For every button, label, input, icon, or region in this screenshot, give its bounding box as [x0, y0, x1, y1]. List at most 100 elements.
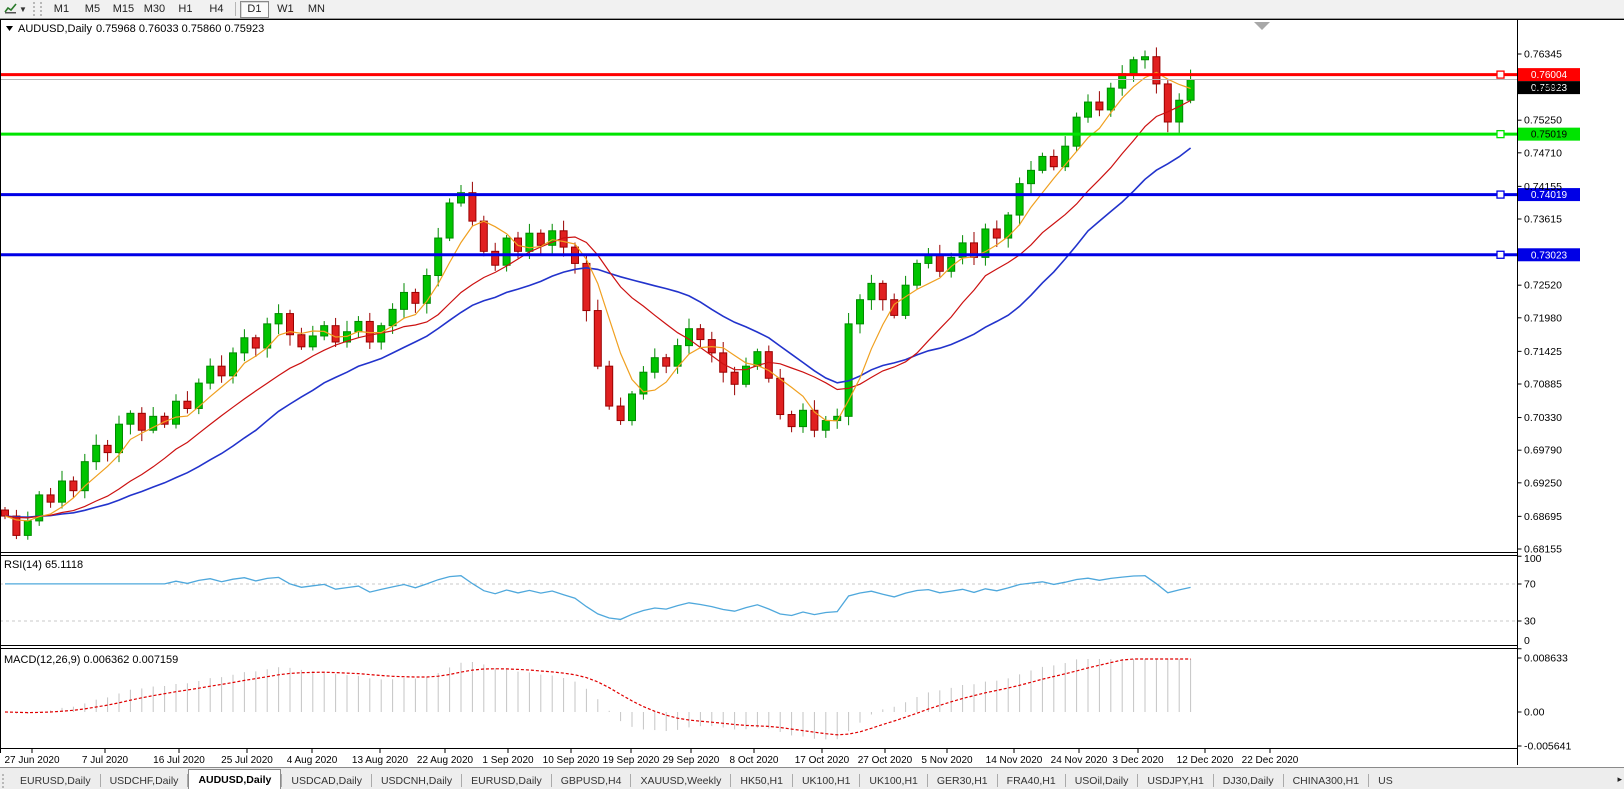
candle-body: [251, 337, 260, 349]
candle-body: [992, 228, 1001, 239]
candle-body: [1061, 145, 1070, 168]
timeframe-button-m1[interactable]: M1: [47, 1, 76, 18]
chart-tab-fra40-h1[interactable]: FRA40,H1: [998, 772, 1065, 789]
chart-tab-usdchf-daily[interactable]: USDCHF,Daily: [101, 772, 188, 789]
y-axis-label: 0.75805: [1524, 81, 1562, 93]
y-axis-label: 0.69250: [1524, 477, 1562, 489]
timeframe-button-m30[interactable]: M30: [140, 1, 169, 18]
timeframe-button-d1[interactable]: D1: [239, 0, 269, 18]
date-axis-label: 25 Jul 2020: [221, 755, 273, 766]
candle-body: [92, 444, 101, 463]
chart-tab-gbpusd-h4[interactable]: GBPUSD,H4: [552, 772, 631, 789]
y-axis-label: 0.76345: [1524, 49, 1562, 61]
candle-body: [240, 337, 249, 354]
date-axis-label: 27 Oct 2020: [858, 755, 913, 766]
candle-body: [1175, 99, 1184, 123]
chart-tab-usoil-daily[interactable]: USOil,Daily: [1066, 772, 1138, 789]
candle-body: [1186, 79, 1195, 101]
candle-body: [582, 262, 591, 312]
chart-tab-eurusd-daily[interactable]: EURUSD,Daily: [11, 772, 100, 789]
candle-body: [878, 282, 887, 301]
timeframe-button-w1[interactable]: W1: [271, 1, 300, 18]
candle-body: [1072, 116, 1081, 147]
date-axis-label: 10 Sep 2020: [543, 755, 600, 766]
chart-tab-china300-h1[interactable]: CHINA300,H1: [1284, 772, 1369, 789]
candle-body: [206, 365, 215, 384]
macd-indicator-label: MACD(12,26,9) 0.006362 0.007159: [4, 654, 178, 666]
candle-body: [1015, 183, 1024, 216]
candle-body: [616, 405, 625, 422]
candle-body: [650, 357, 659, 373]
chart-tab-audusd-daily[interactable]: AUDUSD,Daily: [188, 769, 282, 789]
chart-tab-dj30-daily[interactable]: DJ30,Daily: [1214, 772, 1283, 789]
chart-tab-usdjpy-h1[interactable]: USDJPY,H1: [1138, 772, 1212, 789]
y-axis-label: 0.75250: [1524, 115, 1562, 127]
chart-tab-usdcad-daily[interactable]: USDCAD,Daily: [282, 772, 371, 789]
chart-tab-xauusd-weekly[interactable]: XAUUSD,Weekly: [631, 772, 730, 789]
timeframe-button-h4[interactable]: H4: [202, 1, 231, 18]
date-axis-label: 5 Nov 2020: [921, 755, 973, 766]
candle-body: [901, 284, 910, 316]
chevron-down-icon[interactable]: ▼: [19, 5, 27, 14]
level-line-handle[interactable]: [1496, 250, 1505, 259]
level-line-handle[interactable]: [1496, 190, 1505, 199]
candle-body: [502, 237, 511, 266]
rsi-axis-label: 30: [1524, 616, 1536, 628]
chart-tab-uk100-h1[interactable]: UK100,H1: [793, 772, 859, 789]
timeframe-button-m15[interactable]: M15: [109, 1, 138, 18]
candle-body: [183, 400, 192, 409]
chart-tab-us[interactable]: US: [1369, 772, 1402, 789]
chart-title-ohlc: 0.75968 0.76033 0.75860 0.75923: [96, 23, 264, 35]
chart-tab-uk100-h1[interactable]: UK100,H1: [860, 772, 926, 789]
chart-tab-ger30-h1[interactable]: GER30,H1: [928, 772, 997, 789]
candle-body: [525, 232, 534, 252]
toolbar-grip: [32, 2, 42, 16]
chart-tab-usdcnh-daily[interactable]: USDCNH,Daily: [372, 772, 461, 789]
candle-body: [354, 320, 363, 333]
level-line-handle[interactable]: [1496, 129, 1505, 139]
tab-scroll-right-icon[interactable]: ▸: [1613, 774, 1622, 785]
timeframe-button-h1[interactable]: H1: [171, 1, 200, 18]
candle-body: [434, 237, 443, 277]
candle-body: [115, 423, 123, 454]
y-axis-label: 0.71980: [1524, 312, 1562, 324]
candle-body: [388, 308, 397, 327]
candle-body: [137, 412, 146, 431]
date-axis-label: 19 Sep 2020: [603, 755, 660, 766]
candle-body: [23, 520, 32, 536]
chart-area[interactable]: 0.76004 0.75019 0.74019 0.73023 0.75923 0.763…: [0, 19, 1624, 767]
y-axis-label: 0.74710: [1524, 147, 1562, 159]
y-axis-label: 0.72520: [1524, 280, 1562, 292]
macd-axis-label: 0.00: [1524, 707, 1545, 719]
candle-body: [172, 400, 180, 425]
candle-body: [1049, 155, 1058, 168]
chart-tab-hk50-h1[interactable]: HK50,H1: [731, 772, 792, 789]
candle-body: [1038, 155, 1047, 171]
level-line-handle[interactable]: [1496, 70, 1505, 79]
candle-body: [1163, 83, 1172, 123]
candle-body: [1027, 169, 1035, 185]
price-badge-level-text: 0.75019: [1531, 130, 1568, 141]
candle-body: [605, 365, 614, 407]
candle-body: [229, 352, 237, 377]
y-axis-label: 0.68695: [1524, 511, 1562, 523]
chart-tools-icon[interactable]: [3, 2, 18, 16]
candle-body: [445, 202, 454, 239]
date-axis-label: 29 Sep 2020: [663, 755, 720, 766]
chart-tab-eurusd-daily[interactable]: EURUSD,Daily: [462, 772, 551, 789]
chart-title-symbol: AUDUSD,Daily: [18, 23, 92, 35]
candle-body: [479, 220, 488, 252]
timeframe-button-mn[interactable]: MN: [302, 1, 331, 18]
symbol-dropdown-icon[interactable]: [6, 26, 13, 31]
rsi-axis-label: 70: [1524, 579, 1536, 591]
y-axis-label: 0.71425: [1524, 346, 1562, 358]
y-axis-label: 0.73615: [1524, 214, 1562, 226]
chart-shift-marker-icon[interactable]: [1254, 22, 1270, 30]
candle-body: [400, 291, 408, 310]
timeframe-button-m5[interactable]: M5: [78, 1, 107, 18]
candle-body: [787, 414, 796, 428]
macd-signal-line: [4, 658, 1191, 736]
date-axis-label: 22 Aug 2020: [417, 755, 474, 766]
candle-body: [1129, 59, 1138, 75]
candle-body: [274, 313, 283, 325]
